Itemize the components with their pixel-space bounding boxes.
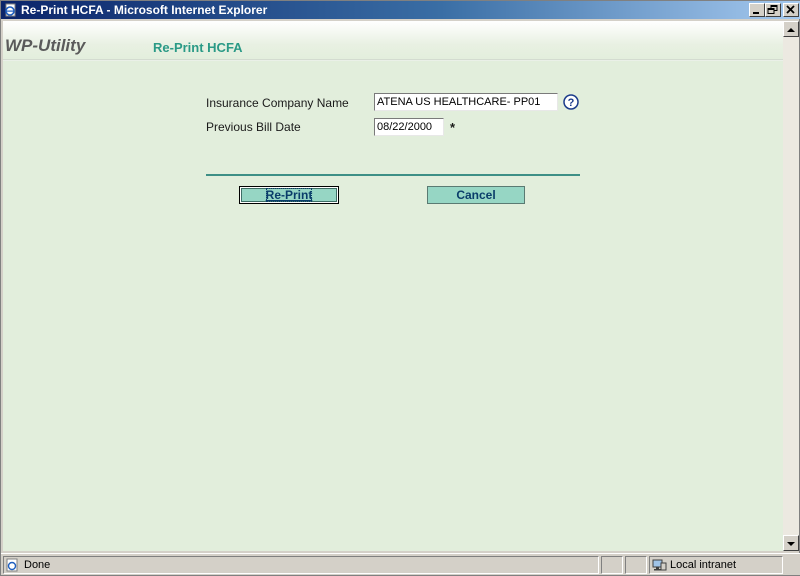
arrow-up-icon: [787, 28, 795, 32]
close-icon: [786, 5, 795, 14]
reprint-button[interactable]: Re-Print: [239, 186, 339, 204]
header-banner: WP-Utility Re-Print HCFA: [3, 21, 783, 61]
security-zone-text: Local intranet: [670, 559, 737, 571]
previous-bill-date-input[interactable]: [374, 118, 444, 136]
zone-pane: Local intranet: [649, 556, 783, 574]
cancel-button-label: Cancel: [456, 188, 496, 202]
arrow-down-icon: [787, 542, 795, 546]
status-pane-blank-2: [625, 556, 647, 574]
page-title: Re-Print HCFA: [153, 40, 243, 55]
svg-text:?: ?: [568, 97, 575, 109]
brand-logo: WP-Utility: [5, 36, 86, 55]
previous-bill-date-label: Previous Bill Date: [206, 120, 301, 134]
close-button[interactable]: [783, 3, 799, 17]
vertical-scrollbar[interactable]: [783, 21, 799, 551]
insurance-company-input[interactable]: [374, 93, 558, 111]
required-indicator: *: [450, 120, 456, 135]
header-divider: [3, 59, 783, 61]
intranet-icon: [652, 559, 667, 571]
scroll-up-button[interactable]: [783, 21, 799, 37]
minimize-icon: [753, 12, 759, 14]
page-done-icon: [6, 558, 18, 572]
help-icon[interactable]: ?: [563, 94, 579, 110]
status-pane-blank-1: [601, 556, 623, 574]
page-content: WP-Utility Re-Print HCFA Insurance Compa…: [3, 21, 783, 551]
minimize-button[interactable]: [749, 3, 765, 17]
form-divider: [206, 174, 580, 176]
scroll-down-button[interactable]: [783, 535, 799, 551]
browser-window: Re-Print HCFA - Microsoft Internet Explo…: [0, 0, 800, 576]
status-text: Done: [24, 559, 51, 571]
restore-icon: [767, 5, 778, 14]
status-pane: Done: [3, 556, 599, 574]
title-bar[interactable]: Re-Print HCFA - Microsoft Internet Explo…: [1, 1, 800, 19]
insurance-company-label: Insurance Company Name: [206, 96, 349, 110]
reprint-button-label: Re-Print: [265, 188, 313, 202]
cancel-button[interactable]: Cancel: [427, 186, 525, 204]
status-bar: Done Local intranet: [1, 553, 800, 575]
ie-page-icon: [5, 3, 16, 17]
restore-button[interactable]: [765, 3, 781, 17]
window-title: Re-Print HCFA - Microsoft Internet Explo…: [21, 3, 268, 17]
